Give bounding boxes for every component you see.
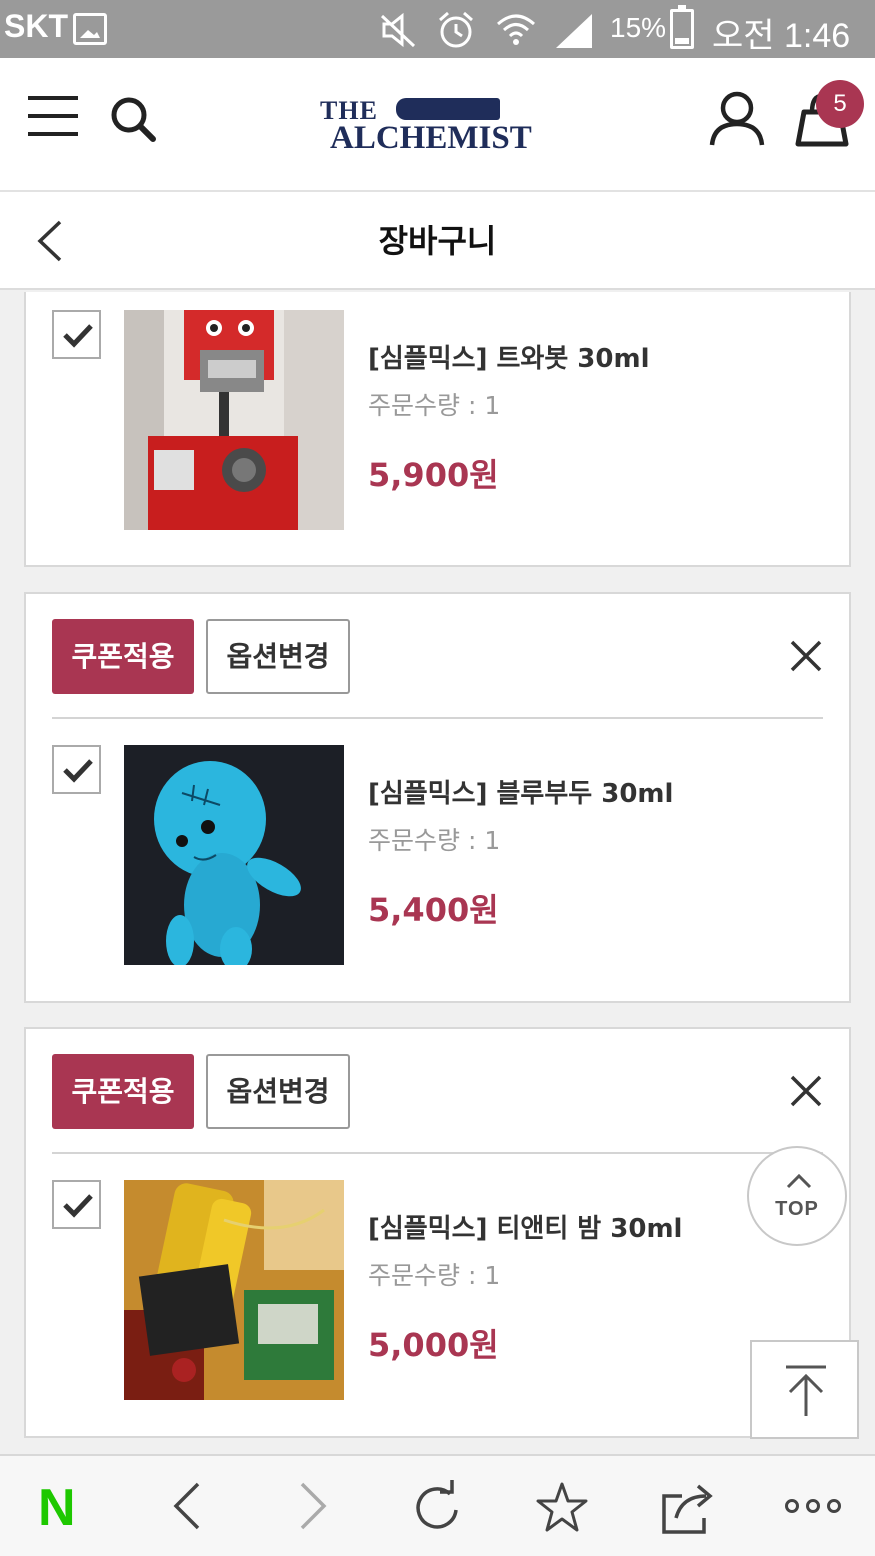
signal-icon: [556, 14, 592, 48]
menu-icon[interactable]: [28, 96, 78, 136]
item-name[interactable]: [심플믹스] 트와봇 30ml: [368, 338, 650, 375]
change-option-button[interactable]: 옵션변경: [206, 1054, 350, 1129]
mute-icon: [380, 12, 416, 48]
share-icon[interactable]: [658, 1480, 718, 1536]
card-actions: 쿠폰적용 옵션변경: [52, 1054, 823, 1154]
close-icon[interactable]: [789, 1074, 823, 1108]
bookmark-star-icon[interactable]: [534, 1480, 590, 1536]
cart-item-row: [심플믹스] 트와봇 30ml 주문수량 : 1 5,900원: [52, 310, 823, 530]
cart-list[interactable]: [심플믹스] 트와봇 30ml 주문수량 : 1 5,900원 쿠폰적용 옵션변…: [0, 292, 875, 1454]
carrier-label: SKT: [4, 8, 68, 44]
chevron-up-icon: [786, 1173, 812, 1189]
battery-percent: 15%: [610, 12, 667, 43]
browser-toolbar: N: [0, 1454, 875, 1556]
item-checkbox[interactable]: [52, 310, 101, 359]
book-icon: [396, 98, 500, 120]
cart-item-row: [심플믹스] 티앤티 밤 30ml 주문수량 : 1 5,000원: [52, 1180, 823, 1400]
item-price: 5,900원: [368, 456, 499, 494]
item-name[interactable]: [심플믹스] 티앤티 밤 30ml: [368, 1208, 682, 1245]
scroll-to-top-button[interactable]: [750, 1340, 859, 1439]
product-image-blue-voodoo[interactable]: [124, 745, 344, 965]
item-price: 5,000원: [368, 1326, 499, 1364]
close-icon[interactable]: [789, 639, 823, 673]
more-options-icon[interactable]: [784, 1496, 842, 1516]
site-header: THE ALCHEMIST: [0, 58, 875, 192]
item-name[interactable]: [심플믹스] 블루부두 30ml: [368, 773, 673, 810]
wifi-icon: [497, 14, 535, 45]
item-quantity: 주문수량 : 1: [368, 1261, 501, 1290]
product-image-red-robot[interactable]: [124, 310, 344, 530]
item-quantity: 주문수량 : 1: [368, 391, 501, 420]
title-bar: 장바구니: [0, 192, 875, 290]
browser-forward-icon[interactable]: [296, 1480, 332, 1532]
cart-item-card: 쿠폰적용 옵션변경: [24, 1027, 851, 1438]
search-icon[interactable]: [108, 94, 156, 142]
apply-coupon-button[interactable]: 쿠폰적용: [52, 619, 194, 694]
battery-icon: [670, 5, 694, 49]
browser-back-icon[interactable]: [168, 1480, 204, 1532]
item-checkbox[interactable]: [52, 1180, 101, 1229]
item-quantity: 주문수량 : 1: [368, 826, 501, 855]
item-price: 5,400원: [368, 891, 499, 929]
cart-item-card: 쿠폰적용 옵션변경: [24, 592, 851, 1003]
page-title: 장바구니: [378, 222, 497, 260]
cart-item-card: [심플믹스] 트와봇 30ml 주문수량 : 1 5,900원: [24, 292, 851, 567]
top-button[interactable]: TOP: [747, 1146, 847, 1246]
cart-count-badge[interactable]: 5: [816, 80, 864, 128]
change-option-button[interactable]: 옵션변경: [206, 619, 350, 694]
clock: 오전 1:46: [712, 17, 851, 55]
gallery-icon: [73, 13, 107, 45]
refresh-icon[interactable]: [410, 1480, 466, 1536]
cart-item-row: [심플믹스] 블루부두 30ml 주문수량 : 1 5,400원: [52, 745, 823, 965]
apply-coupon-button[interactable]: 쿠폰적용: [52, 1054, 194, 1129]
top-button-label: TOP: [775, 1198, 819, 1220]
item-checkbox[interactable]: [52, 745, 101, 794]
card-actions: 쿠폰적용 옵션변경: [52, 619, 823, 719]
product-image-battery-circuit[interactable]: [124, 1180, 344, 1400]
site-logo[interactable]: THE ALCHEMIST: [320, 96, 562, 158]
user-icon[interactable]: [708, 90, 766, 146]
alarm-icon: [439, 11, 473, 48]
arrow-up-icon: [786, 1365, 826, 1416]
status-bar: SKT 15% 오전 1:46: [0, 0, 875, 58]
naver-home-icon[interactable]: N: [38, 1482, 76, 1534]
logo-line2: ALCHEMIST: [330, 120, 532, 156]
